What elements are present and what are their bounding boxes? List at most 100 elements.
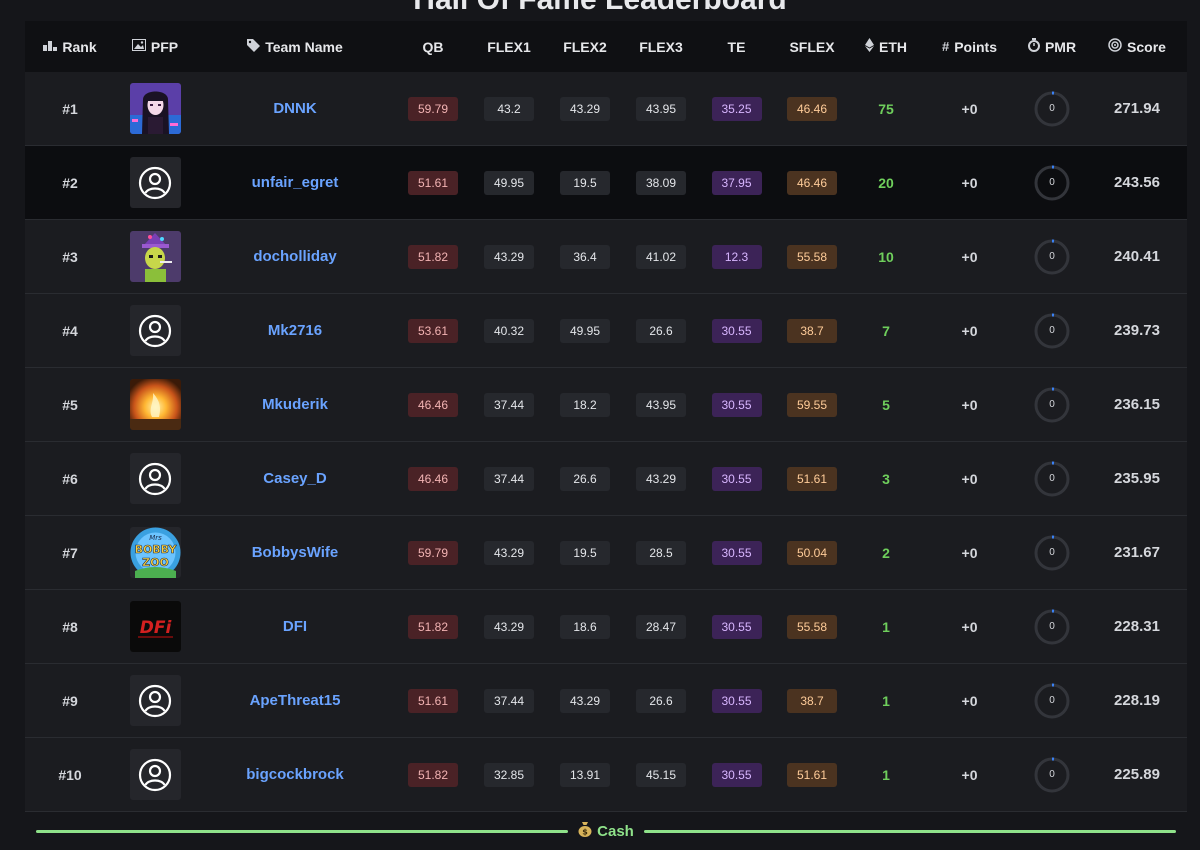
sflex-score-pill: 46.46 xyxy=(787,170,837,195)
header-pmr[interactable]: PMR xyxy=(1017,21,1087,72)
flex1-score-pill: 43.29 xyxy=(484,540,534,565)
avatar[interactable] xyxy=(129,83,181,134)
flex3-cell: 28.5 xyxy=(623,516,699,589)
flex3-score-pill: 43.95 xyxy=(636,96,686,121)
team-name-link[interactable]: unfair_egret xyxy=(252,174,339,191)
qb-cell: 51.82 xyxy=(395,220,471,293)
points-value: +0 xyxy=(961,100,978,117)
team-name-link[interactable]: DFI xyxy=(283,618,307,635)
header-flex2[interactable]: FLEX2 xyxy=(547,21,623,72)
header-te[interactable]: TE xyxy=(699,21,774,72)
header-score[interactable]: Score xyxy=(1087,21,1187,72)
pmr-value: 0 xyxy=(1049,103,1055,114)
avatar[interactable]: DFi xyxy=(129,601,181,652)
rank-cell: #9 xyxy=(25,664,115,737)
pmr-value: 0 xyxy=(1049,473,1055,484)
flex1-cell: 37.44 xyxy=(471,368,547,441)
avatar[interactable] xyxy=(129,231,181,282)
team-name-link[interactable]: BobbysWife xyxy=(252,544,339,561)
table-body: #1 DNNK 59.79 43.2 43.29 43.95 35.25 46.46 75 +0 0… xyxy=(25,72,1187,812)
score-cell: 240.41 xyxy=(1087,220,1187,293)
flex2-score-pill: 26.6 xyxy=(560,466,610,491)
table-row[interactable]: #8 DFi DFI 51.82 43.29 18.6 28.47 30.55 55.58 1 +0… xyxy=(25,590,1187,664)
team-cell: bigcockbrock xyxy=(195,738,395,811)
te-cell: 30.55 xyxy=(699,590,774,663)
qb-cell: 53.61 xyxy=(395,294,471,367)
header-pfp[interactable]: PFP xyxy=(115,21,195,72)
score-cell: 225.89 xyxy=(1087,738,1187,811)
score-cell: 228.19 xyxy=(1087,664,1187,737)
pfp-cell xyxy=(115,146,195,219)
flex2-cell: 43.29 xyxy=(547,664,623,737)
table-row[interactable]: #7 Mrs BOBBY ZOO BobbysWife 59.79 43.29 19.5 28.… xyxy=(25,516,1187,590)
rank-value: #4 xyxy=(62,322,78,339)
table-row[interactable]: #6 Casey_D 46.46 37.44 26.6 43.29 30.55 51.61 3 +… xyxy=(25,442,1187,516)
avatar[interactable]: Mrs BOBBY ZOO xyxy=(129,527,181,578)
qb-score-pill: 59.79 xyxy=(408,540,458,565)
pmr-cell: 0 xyxy=(1017,738,1087,811)
table-row[interactable]: #5 Mkuderik 46.46 37.44 18.2 43.95 30.55 59.55 5… xyxy=(25,368,1187,442)
team-name-link[interactable]: ApeThreat15 xyxy=(250,692,341,709)
target-icon xyxy=(1108,38,1122,55)
te-cell: 30.55 xyxy=(699,516,774,589)
sflex-cell: 51.61 xyxy=(774,738,850,811)
flex1-score-pill: 37.44 xyxy=(484,392,534,417)
flex2-score-pill: 18.2 xyxy=(560,392,610,417)
team-name-link[interactable]: bigcockbrock xyxy=(246,766,344,783)
header-team-name[interactable]: Team Name xyxy=(195,21,395,72)
flex1-score-pill: 43.29 xyxy=(484,614,534,639)
eth-cell: 1 xyxy=(850,738,922,811)
user-icon[interactable] xyxy=(129,675,181,726)
points-cell: +0 xyxy=(922,738,1017,811)
flex3-cell: 43.95 xyxy=(623,72,699,145)
table-row[interactable]: #4 Mk2716 53.61 40.32 49.95 26.6 30.55 38.7 7 +0 0… xyxy=(25,294,1187,368)
score-cell: 236.15 xyxy=(1087,368,1187,441)
score-cell: 271.94 xyxy=(1087,72,1187,145)
user-icon[interactable] xyxy=(129,749,181,800)
divider-line-left xyxy=(36,829,569,833)
user-icon[interactable] xyxy=(129,453,181,504)
header-flex3[interactable]: FLEX3 xyxy=(623,21,699,72)
sflex-cell: 38.7 xyxy=(774,294,850,367)
flex1-score-pill: 37.44 xyxy=(484,688,534,713)
qb-score-pill: 53.61 xyxy=(408,318,458,343)
flex3-cell: 45.15 xyxy=(623,738,699,811)
podium-icon xyxy=(43,39,58,54)
svg-text:BOBBY: BOBBY xyxy=(134,543,177,556)
pfp-cell: DFi xyxy=(115,590,195,663)
flex2-score-pill: 36.4 xyxy=(560,244,610,269)
user-icon[interactable] xyxy=(129,157,181,208)
eth-value: 1 xyxy=(882,766,890,783)
team-name-link[interactable]: Casey_D xyxy=(263,470,326,487)
header-rank[interactable]: Rank xyxy=(25,21,115,72)
table-row[interactable]: #9 ApeThreat15 51.61 37.44 43.29 26.6 30.55 38.… xyxy=(25,664,1187,738)
qb-cell: 51.61 xyxy=(395,664,471,737)
table-row[interactable]: #1 DNNK 59.79 43.2 43.29 43.95 35.25 46.46 75 +0 0… xyxy=(25,72,1187,146)
team-name-link[interactable]: DNNK xyxy=(273,100,316,117)
table-row[interactable]: #3 docholliday 51.82 43.29 36.4 41.02 12.3 55.5… xyxy=(25,220,1187,294)
team-name-link[interactable]: Mk2716 xyxy=(268,322,322,339)
avatar[interactable] xyxy=(129,379,181,430)
total-score: 228.31 xyxy=(1114,618,1160,635)
flex1-cell: 40.32 xyxy=(471,294,547,367)
qb-score-pill: 51.82 xyxy=(408,762,458,787)
table-row[interactable]: #2 unfair_egret 51.61 49.95 19.5 38.09 37.95 46… xyxy=(25,146,1187,220)
header-points[interactable]: # Points xyxy=(922,21,1017,72)
user-icon[interactable] xyxy=(129,305,181,356)
flex1-cell: 32.85 xyxy=(471,738,547,811)
total-score: 231.67 xyxy=(1114,544,1160,561)
table-row[interactable]: #10 bigcockbrock 51.82 32.85 13.91 45.15 30.55… xyxy=(25,738,1187,812)
pfp-cell xyxy=(115,220,195,293)
eth-cell: 1 xyxy=(850,664,922,737)
eth-value: 5 xyxy=(882,396,890,413)
header-qb[interactable]: QB xyxy=(395,21,471,72)
team-name-link[interactable]: docholliday xyxy=(253,248,336,265)
header-flex1[interactable]: FLEX1 xyxy=(471,21,547,72)
header-sflex[interactable]: SFLEX xyxy=(774,21,850,72)
header-eth[interactable]: ETH xyxy=(850,21,922,72)
flex3-score-pill: 26.6 xyxy=(636,688,686,713)
team-name-link[interactable]: Mkuderik xyxy=(262,396,328,413)
rank-value: #5 xyxy=(62,396,78,413)
te-score-pill: 30.55 xyxy=(711,466,762,491)
flex1-score-pill: 37.44 xyxy=(484,466,534,491)
